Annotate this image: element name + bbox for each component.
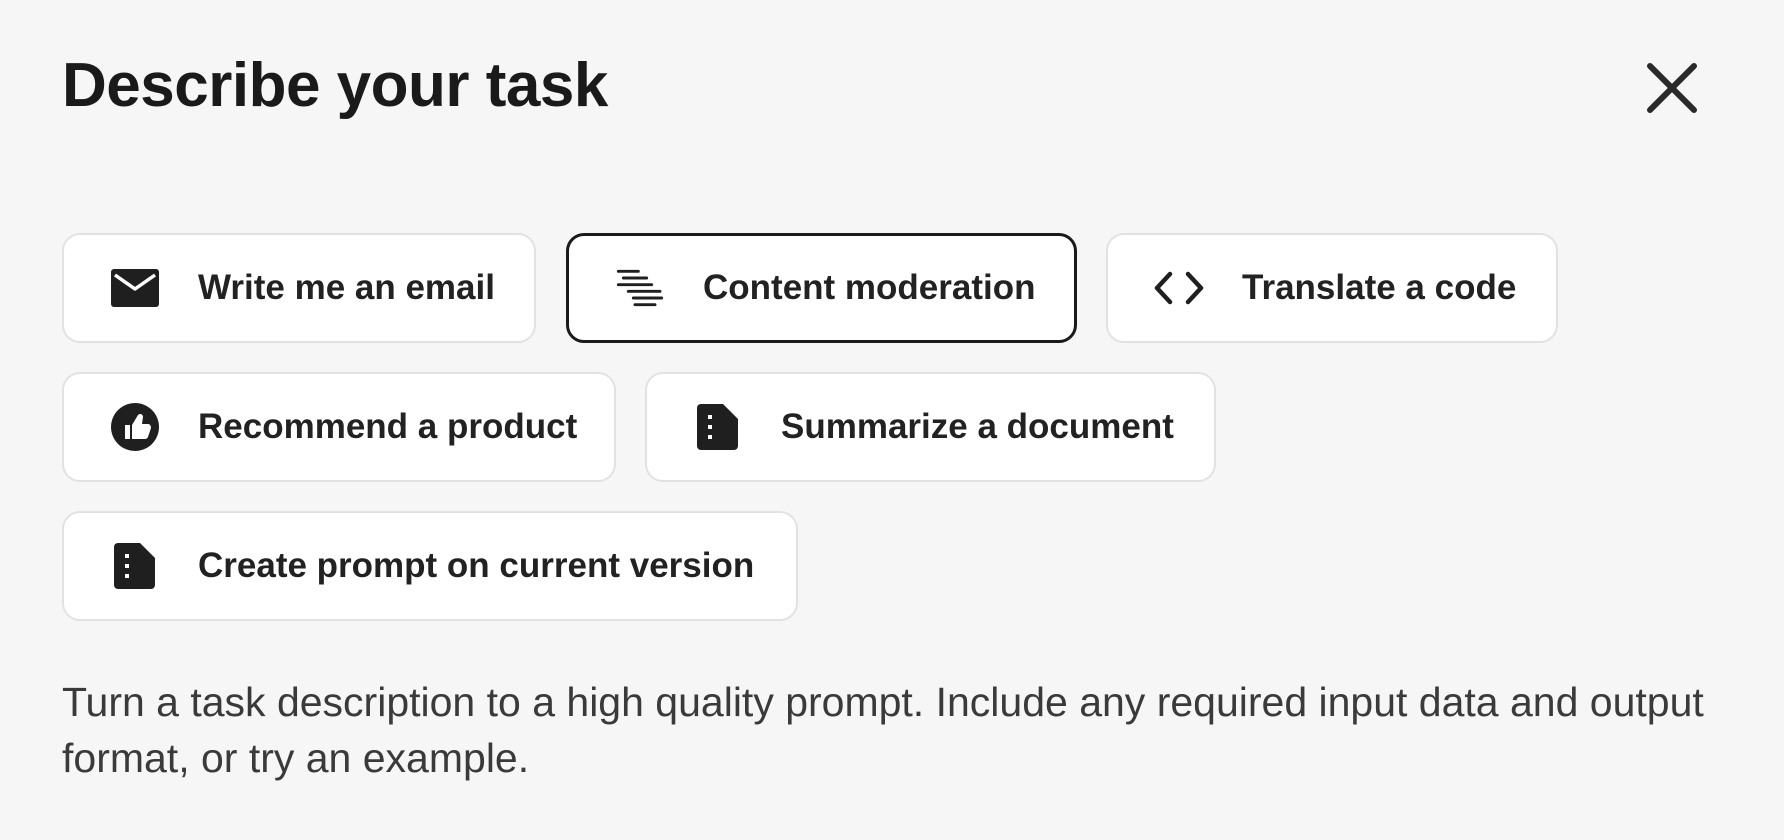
- thumbs-up-icon: [110, 402, 160, 452]
- describe-task-dialog: Describe your task Write me an email Con…: [0, 0, 1784, 840]
- write-email-label: Write me an email: [198, 268, 495, 307]
- content-moderation-label: Content moderation: [703, 268, 1036, 307]
- create-prompt-current-version-button[interactable]: Create prompt on current version: [62, 511, 798, 621]
- mail-icon: [110, 263, 160, 313]
- content-moderation-button[interactable]: Content moderation: [566, 233, 1077, 343]
- close-icon: [1647, 63, 1697, 113]
- task-description-help-text: Turn a task description to a high qualit…: [62, 679, 1704, 781]
- recommend-product-label: Recommend a product: [198, 407, 578, 446]
- recommend-product-button[interactable]: Recommend a product: [62, 372, 616, 482]
- create-prompt-current-version-label: Create prompt on current version: [198, 546, 755, 585]
- summarize-document-label: Summarize a document: [781, 407, 1174, 446]
- translate-code-button[interactable]: Translate a code: [1106, 233, 1558, 343]
- document-icon: [110, 541, 160, 591]
- summarize-document-button[interactable]: Summarize a document: [645, 372, 1216, 482]
- code-icon: [1154, 263, 1204, 313]
- document-icon: [693, 402, 743, 452]
- write-email-button[interactable]: Write me an email: [62, 233, 536, 343]
- dialog-title: Describe your task: [62, 51, 608, 120]
- moderation-icon: [615, 263, 665, 313]
- close-button[interactable]: [1642, 58, 1702, 118]
- translate-code-label: Translate a code: [1242, 268, 1517, 307]
